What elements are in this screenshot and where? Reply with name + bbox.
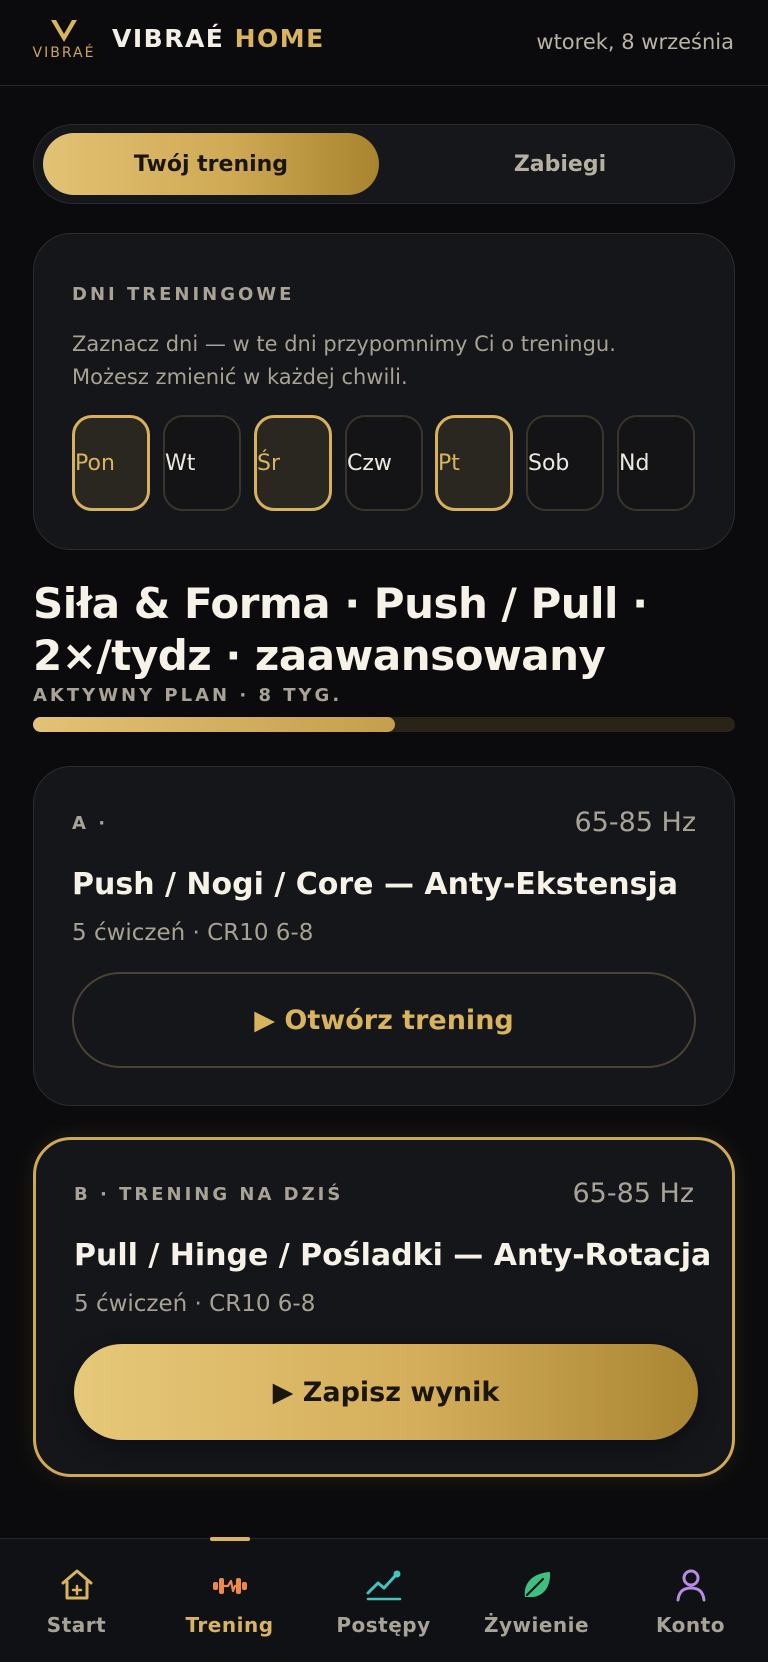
app-header: VIBRAÉ VIBRAÉ HOME wtorek, 8 września — [0, 0, 768, 86]
user-icon — [676, 1569, 705, 1602]
home-icon — [61, 1569, 92, 1600]
brand-name: VIBRAÉ — [112, 24, 225, 53]
plan-progress-bar — [33, 717, 735, 732]
leaf-icon — [524, 1572, 550, 1598]
workout-meta: 5 ćwiczeń · CR10 6-8 — [74, 1291, 316, 1317]
workout-meta: 5 ćwiczeń · CR10 6-8 — [72, 920, 314, 946]
plan-progress-fill — [33, 717, 395, 732]
nav-item-konto[interactable]: Konto — [614, 1539, 767, 1662]
workout-title: Push / Nogi / Core — Anty-Ekstensja — [72, 867, 679, 902]
nav-label: Konto — [656, 1613, 725, 1637]
current-date: wtorek, 8 września — [536, 30, 734, 54]
nav-item-postepy[interactable]: Postępy — [307, 1539, 460, 1662]
save-result-button[interactable]: ▶ Zapisz wynik — [74, 1344, 698, 1440]
nav-label: Postępy — [336, 1613, 431, 1637]
open-workout-button[interactable]: ▶ Otwórz trening — [72, 972, 696, 1068]
nav-label: Start — [46, 1613, 107, 1637]
workout-card-b-today: B · TRENING NA DZIŚ 65-85 Hz Pull / Hing… — [33, 1137, 735, 1477]
nav-label: Żywienie — [483, 1613, 590, 1637]
nav-item-zywienie[interactable]: Żywienie — [460, 1539, 613, 1662]
nav-item-trening[interactable]: Trening — [153, 1539, 306, 1662]
workout-label: A · — [72, 813, 109, 834]
tab-your-training[interactable]: Twój trening — [43, 133, 379, 195]
app-title: VIBRAÉ HOME — [112, 24, 325, 53]
day-toggle-pon[interactable]: Pon — [72, 415, 150, 511]
logo-v-icon — [51, 20, 77, 42]
training-days-card: DNI TRENINGOWE Zaznacz dni — w te dni pr… — [33, 233, 735, 550]
workout-title: Pull / Hinge / Pośladki — Anty-Rotacja — [74, 1238, 712, 1273]
workout-frequency: 65-85 Hz — [574, 807, 696, 838]
bottom-navigation: Start Trening Postępy Żywienie Konto — [0, 1537, 768, 1662]
day-toggle-sr[interactable]: Śr — [254, 415, 332, 511]
day-toggle-pt[interactable]: Pt — [435, 415, 513, 511]
training-days-title: DNI TRENINGOWE — [72, 284, 295, 305]
workout-frequency: 65-85 Hz — [572, 1178, 694, 1209]
nav-label: Trening — [185, 1613, 274, 1637]
workout-card-a: A · 65-85 Hz Push / Nogi / Core — Anty-E… — [33, 766, 735, 1106]
tab-treatments[interactable]: Zabiegi — [394, 133, 726, 195]
logo-wordmark: VIBRAÉ — [32, 45, 96, 61]
mode-switch: Twój trening Zabiegi — [33, 124, 735, 204]
day-toggle-sob[interactable]: Sob — [526, 415, 604, 511]
plan-subtitle: AKTYWNY PLAN · 8 TYG. — [33, 685, 343, 706]
training-days-description: Zaznacz dni — w te dni przypomnimy Ci o … — [72, 332, 616, 389]
trend-chart-icon — [366, 1570, 401, 1601]
plan-title: Siła & Forma · Push / Pull · 2×/tydz · z… — [33, 579, 648, 680]
brand-logo[interactable]: VIBRAÉ — [30, 18, 98, 68]
brand-accent: HOME — [234, 24, 325, 53]
nav-item-start[interactable]: Start — [0, 1539, 153, 1662]
day-toggle-wt[interactable]: Wt — [163, 415, 241, 511]
day-toggle-nd[interactable]: Nd — [617, 415, 695, 511]
day-toggle-czw[interactable]: Czw — [345, 415, 423, 511]
dumbbell-icon — [212, 1578, 247, 1594]
workout-label: B · TRENING NA DZIŚ — [74, 1184, 344, 1205]
